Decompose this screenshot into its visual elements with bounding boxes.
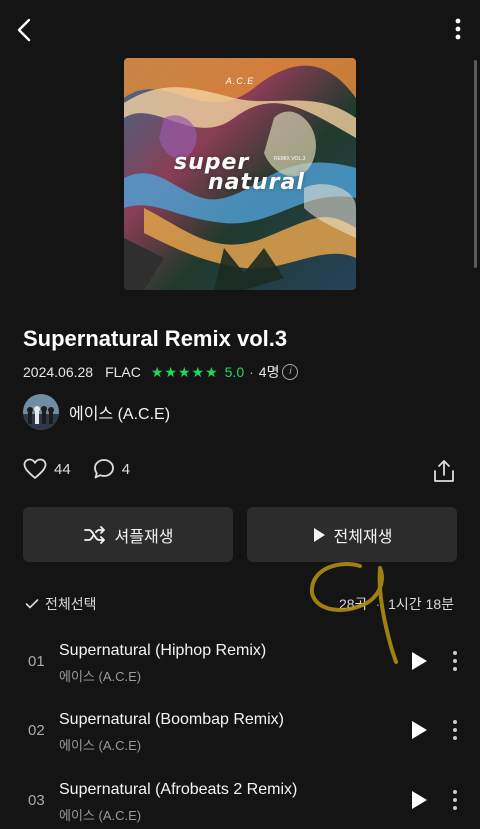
play-icon [412,721,427,739]
cover-title-word-2: natural [208,170,305,195]
more-vertical-icon [453,720,457,740]
track-row[interactable]: 02 Supernatural (Boombap Remix) 에이스 (A.C… [0,699,480,759]
back-button[interactable] [14,14,38,46]
total-duration: 1시간 18분 [388,596,454,612]
track-row[interactable]: 01 Supernatural (Hiphop Remix) 에이스 (A.C.… [0,630,480,690]
track-title: Supernatural (Afrobeats 2 Remix) [59,781,298,798]
more-vertical-icon [453,651,457,671]
rater-count: 4명 [258,364,280,380]
album-title: Supernatural Remix vol.3 [23,326,288,351]
info-icon[interactable]: i [282,364,299,380]
track-more-button[interactable] [449,789,461,811]
share-icon [434,460,454,482]
track-more-button[interactable] [449,719,461,741]
rating-stars-icon[interactable]: ★★★★★ [151,364,219,381]
track-row[interactable]: 03 Supernatural (Afrobeats 2 Remix) 에이스 … [0,769,480,829]
album-cover[interactable]: A.C.E super REMIX VOL.3 natural [124,58,356,290]
artist-link[interactable]: 에이스 (A.C.E) [23,394,170,430]
artist-avatar [23,394,59,430]
play-all-button[interactable]: 전체재생 [247,507,457,562]
shuffle-icon [83,525,105,544]
check-icon [25,599,39,609]
scrollbar[interactable] [474,60,477,268]
track-artist: 에이스 (A.C.E) [59,738,142,753]
shuffle-play-label: 셔플재생 [114,528,174,546]
cover-subtitle: REMIX VOL.3 [274,156,306,162]
play-icon [313,527,325,542]
track-summary: 28곡 · 1시간 18분 [339,594,454,614]
select-all-label: 전체선택 [45,596,97,612]
chevron-left-icon [17,18,31,42]
track-title: Supernatural (Boombap Remix) [59,711,284,728]
rating-value: 5.0 [224,364,245,380]
album-meta: 2024.06.28 FLAC ★★★★★ 5.0 · 4명 i [23,362,299,382]
social-actions: 44 4 [23,458,152,480]
select-all-button[interactable]: 전체선택 [25,594,97,614]
play-icon [412,791,427,809]
track-play-button[interactable] [409,789,429,811]
track-title: Supernatural (Hiphop Remix) [59,642,267,659]
track-artist: 에이스 (A.C.E) [59,669,142,684]
comment-count: 4 [121,460,131,478]
track-play-button[interactable] [409,650,429,672]
track-number: 02 [28,722,45,739]
track-number: 01 [28,653,45,670]
track-count: 28곡 [338,596,368,612]
play-all-label: 전체재생 [333,528,393,546]
artist-name: 에이스 (A.C.E) [69,406,171,423]
more-vertical-icon [453,790,457,810]
track-more-button[interactable] [449,650,461,672]
meta-separator: · [249,364,254,380]
like-count: 44 [54,460,71,478]
like-button[interactable]: 44 [23,458,71,480]
audio-format: FLAC [105,364,141,380]
play-icon [412,652,427,670]
release-date: 2024.06.28 [23,364,94,380]
track-number: 03 [28,792,45,809]
cover-brand-text: A.C.E [225,76,255,86]
shuffle-play-button[interactable]: 셔플재생 [23,507,233,562]
summary-separator: · [375,596,381,612]
more-vertical-icon [455,18,461,40]
heart-icon [23,458,47,479]
comment-icon [93,459,114,479]
comment-button[interactable]: 4 [93,458,130,480]
share-button[interactable] [432,458,456,484]
track-play-button[interactable] [409,719,429,741]
more-options-button[interactable] [452,16,464,46]
track-artist: 에이스 (A.C.E) [59,808,142,823]
